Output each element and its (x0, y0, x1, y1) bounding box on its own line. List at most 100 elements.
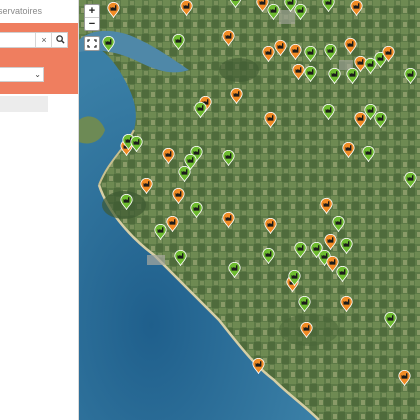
factory-icon (166, 216, 179, 232)
clear-search-button[interactable]: × (35, 33, 52, 47)
observatory-marker[interactable] (328, 68, 341, 84)
observatory-marker[interactable] (252, 358, 265, 374)
factory-icon (324, 234, 337, 250)
factory-icon (172, 34, 185, 50)
factory-icon (350, 0, 363, 16)
factory-icon (222, 150, 235, 166)
observatory-marker[interactable] (178, 166, 191, 182)
observatory-marker[interactable] (324, 44, 337, 60)
observatory-marker[interactable] (194, 102, 207, 118)
observatory-marker[interactable] (228, 262, 241, 278)
factory-icon (102, 36, 115, 52)
zoom-in-button[interactable]: + (85, 5, 99, 17)
factory-icon (194, 102, 207, 118)
observatory-marker[interactable] (222, 150, 235, 166)
search-button[interactable] (51, 33, 68, 47)
observatory-marker[interactable] (340, 296, 353, 312)
factory-icon (107, 2, 120, 18)
factory-icon (404, 172, 417, 188)
observatory-marker[interactable] (342, 142, 355, 158)
observatory-marker[interactable] (404, 68, 417, 84)
factory-icon (222, 30, 235, 46)
factory-icon (180, 0, 193, 16)
observatory-marker[interactable] (222, 212, 235, 228)
side-panel: servatoires × ⌄ (0, 0, 79, 420)
observatory-marker[interactable] (166, 216, 179, 232)
fullscreen-button[interactable] (84, 36, 100, 51)
factory-icon (304, 66, 317, 82)
observatory-marker[interactable] (289, 44, 302, 60)
observatory-marker[interactable] (344, 38, 357, 54)
observatory-marker[interactable] (262, 248, 275, 264)
observatory-marker[interactable] (172, 34, 185, 50)
factory-icon (267, 4, 280, 20)
panel-title: servatoires (0, 6, 43, 16)
observatory-marker[interactable] (230, 88, 243, 104)
observatory-marker[interactable] (320, 198, 333, 214)
search-input[interactable] (0, 33, 38, 47)
observatory-marker[interactable] (346, 68, 359, 84)
observatory-marker[interactable] (340, 238, 353, 254)
observatory-marker[interactable] (354, 112, 367, 128)
observatory-marker[interactable] (404, 172, 417, 188)
zoom-out-button[interactable]: − (85, 17, 99, 30)
factory-icon (322, 104, 335, 120)
observatory-marker[interactable] (107, 2, 120, 18)
observatory-marker[interactable] (322, 0, 335, 12)
observatory-marker[interactable] (102, 36, 115, 52)
category-select[interactable]: ⌄ (0, 67, 44, 82)
factory-icon (404, 68, 417, 84)
factory-icon (190, 202, 203, 218)
factory-icon (320, 198, 333, 214)
observatory-marker[interactable] (180, 0, 193, 16)
observatory-marker[interactable] (322, 104, 335, 120)
observatory-marker[interactable] (294, 4, 307, 20)
observatory-marker[interactable] (298, 296, 311, 312)
observatory-marker[interactable] (162, 148, 175, 164)
observatory-marker[interactable] (120, 194, 133, 210)
observatory-marker[interactable] (229, 0, 242, 8)
observatory-marker[interactable] (374, 112, 387, 128)
observatory-marker[interactable] (264, 112, 277, 128)
observatory-marker[interactable] (382, 46, 395, 62)
zoom-control: + − (84, 4, 100, 31)
factory-icon (264, 218, 277, 234)
factory-icon (374, 112, 387, 128)
observatory-marker[interactable] (324, 234, 337, 250)
observatory-marker[interactable] (288, 270, 301, 286)
factory-icon (229, 0, 242, 8)
observatory-marker[interactable] (332, 216, 345, 232)
factory-icon (264, 112, 277, 128)
observatory-marker[interactable] (294, 242, 307, 258)
observatory-marker[interactable] (300, 322, 313, 338)
close-icon: × (41, 35, 47, 45)
factory-icon (230, 88, 243, 104)
observatory-marker[interactable] (304, 46, 317, 62)
factory-icon (354, 112, 367, 128)
observatory-marker[interactable] (384, 312, 397, 328)
observatory-marker[interactable] (172, 188, 185, 204)
observatory-marker[interactable] (274, 40, 287, 56)
observatory-marker[interactable] (336, 266, 349, 282)
observatory-marker[interactable] (362, 146, 375, 162)
search-icon (55, 35, 65, 44)
observatory-marker[interactable] (222, 30, 235, 46)
factory-icon (274, 40, 287, 56)
observatory-marker[interactable] (267, 4, 280, 20)
factory-icon (362, 146, 375, 162)
factory-icon (324, 44, 337, 60)
observatory-marker[interactable] (398, 370, 411, 386)
observatory-marker[interactable] (264, 218, 277, 234)
factory-icon (382, 46, 395, 62)
observatory-marker[interactable] (140, 178, 153, 194)
observatory-marker[interactable] (174, 250, 187, 266)
factory-icon (398, 370, 411, 386)
observatory-marker[interactable] (190, 202, 203, 218)
observatory-marker[interactable] (130, 136, 143, 152)
factory-icon (298, 296, 311, 312)
factory-icon (328, 68, 341, 84)
factory-icon (336, 266, 349, 282)
factory-icon (300, 322, 313, 338)
observatory-marker[interactable] (350, 0, 363, 16)
observatory-marker[interactable] (304, 66, 317, 82)
